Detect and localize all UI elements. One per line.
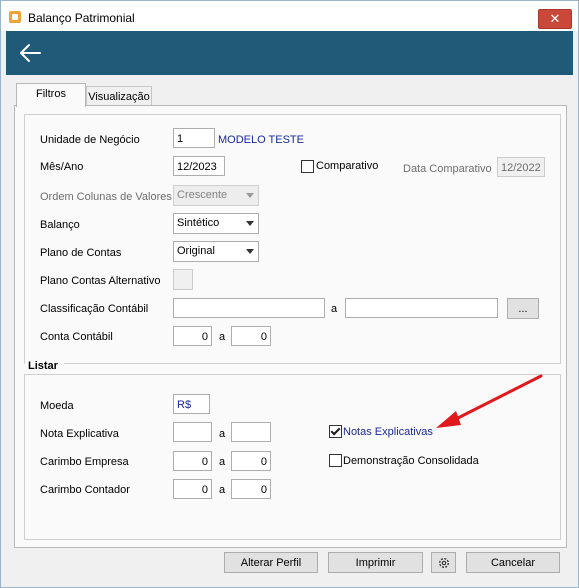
ordem-select: Crescente bbox=[173, 185, 259, 206]
notas-explicativas-checkbox[interactable] bbox=[329, 425, 342, 438]
chevron-down-icon bbox=[246, 249, 254, 254]
balanco-label: Balanço bbox=[40, 219, 80, 231]
alterar-perfil-button[interactable]: Alterar Perfil bbox=[224, 552, 318, 573]
unidade-name: MODELO TESTE bbox=[218, 134, 304, 146]
moeda-field[interactable]: R$ bbox=[173, 394, 210, 414]
close-button[interactable]: ✕ bbox=[538, 9, 572, 29]
app-icon bbox=[9, 11, 21, 23]
back-arrow-icon[interactable] bbox=[18, 42, 42, 64]
carimbo-empresa-from-field[interactable]: 0 bbox=[173, 451, 212, 471]
ordem-value: Crescente bbox=[177, 189, 228, 201]
carimbo-contador-to-field[interactable]: 0 bbox=[231, 479, 271, 499]
carimbo-contador-label: Carimbo Contador bbox=[40, 484, 130, 496]
conta-to-field[interactable]: 0 bbox=[231, 326, 271, 346]
carimbo-empresa-label: Carimbo Empresa bbox=[40, 456, 129, 468]
window: Balanço Patrimonial ✕ Filtros Visualizaç… bbox=[0, 0, 579, 588]
comparativo-label: Comparativo bbox=[316, 160, 379, 172]
carimbo-empresa-sep: a bbox=[219, 456, 226, 468]
header-bar bbox=[6, 31, 573, 75]
tab-filtros[interactable]: Filtros bbox=[16, 83, 86, 107]
cancelar-button[interactable]: Cancelar bbox=[466, 552, 560, 573]
filters-group bbox=[24, 114, 561, 364]
data-comparativo-label: Data Comparativo bbox=[403, 163, 492, 175]
demonstracao-label: Demonstração Consolidada bbox=[343, 455, 479, 467]
browse-button[interactable]: ... bbox=[507, 298, 539, 319]
filters-panel: Unidade de Negócio 1 MODELO TESTE Mês/An… bbox=[14, 105, 567, 548]
conta-sep: a bbox=[219, 331, 226, 343]
classificacao-to-field[interactable] bbox=[345, 298, 498, 318]
plano-alt-label: Plano Contas Alternativo bbox=[40, 275, 161, 287]
data-comparativo-field: 12/2022 bbox=[497, 157, 545, 177]
conta-from-field[interactable]: 0 bbox=[173, 326, 212, 346]
conta-label: Conta Contábil bbox=[40, 331, 113, 343]
nota-sep: a bbox=[219, 428, 226, 440]
unidade-label: Unidade de Negócio bbox=[40, 134, 140, 146]
demonstracao-checkbox[interactable] bbox=[329, 454, 342, 467]
tab-visualizacao[interactable]: Visualização bbox=[86, 86, 152, 107]
settings-button[interactable] bbox=[431, 552, 456, 573]
plano-label: Plano de Contas bbox=[40, 247, 122, 259]
mesano-label: Mês/Ano bbox=[40, 161, 84, 173]
chevron-down-icon bbox=[246, 221, 254, 226]
plano-value: Original bbox=[177, 245, 215, 257]
classificacao-sep: a bbox=[331, 303, 338, 315]
listar-title: Listar bbox=[25, 360, 64, 372]
classificacao-from-field[interactable] bbox=[173, 298, 325, 318]
nota-label: Nota Explicativa bbox=[40, 428, 119, 440]
carimbo-empresa-to-field[interactable]: 0 bbox=[231, 451, 271, 471]
balanco-select[interactable]: Sintético bbox=[173, 213, 259, 234]
gear-icon bbox=[438, 557, 449, 569]
annotation-arrow-icon bbox=[436, 374, 543, 428]
moeda-label: Moeda bbox=[40, 400, 74, 412]
main-content: Filtros Visualização Unidade de Negócio … bbox=[6, 75, 573, 585]
balanco-value: Sintético bbox=[177, 217, 220, 229]
unidade-code-field[interactable]: 1 bbox=[173, 128, 215, 148]
plano-alt-field bbox=[173, 269, 193, 290]
ordem-label: Ordem Colunas de Valores bbox=[40, 191, 172, 203]
mesano-field[interactable]: 12/2023 bbox=[173, 156, 225, 176]
comparativo-checkbox[interactable] bbox=[301, 160, 314, 173]
classificacao-label: Classificação Contábil bbox=[40, 303, 149, 315]
carimbo-contador-from-field[interactable]: 0 bbox=[173, 479, 212, 499]
nota-from-field[interactable] bbox=[173, 422, 212, 442]
carimbo-contador-sep: a bbox=[219, 484, 226, 496]
plano-select[interactable]: Original bbox=[173, 241, 259, 262]
chevron-down-icon bbox=[246, 193, 254, 198]
window-title: Balanço Patrimonial bbox=[28, 11, 135, 25]
imprimir-button[interactable]: Imprimir bbox=[328, 552, 423, 573]
title-bar: Balanço Patrimonial ✕ bbox=[1, 1, 578, 31]
nota-to-field[interactable] bbox=[231, 422, 271, 442]
